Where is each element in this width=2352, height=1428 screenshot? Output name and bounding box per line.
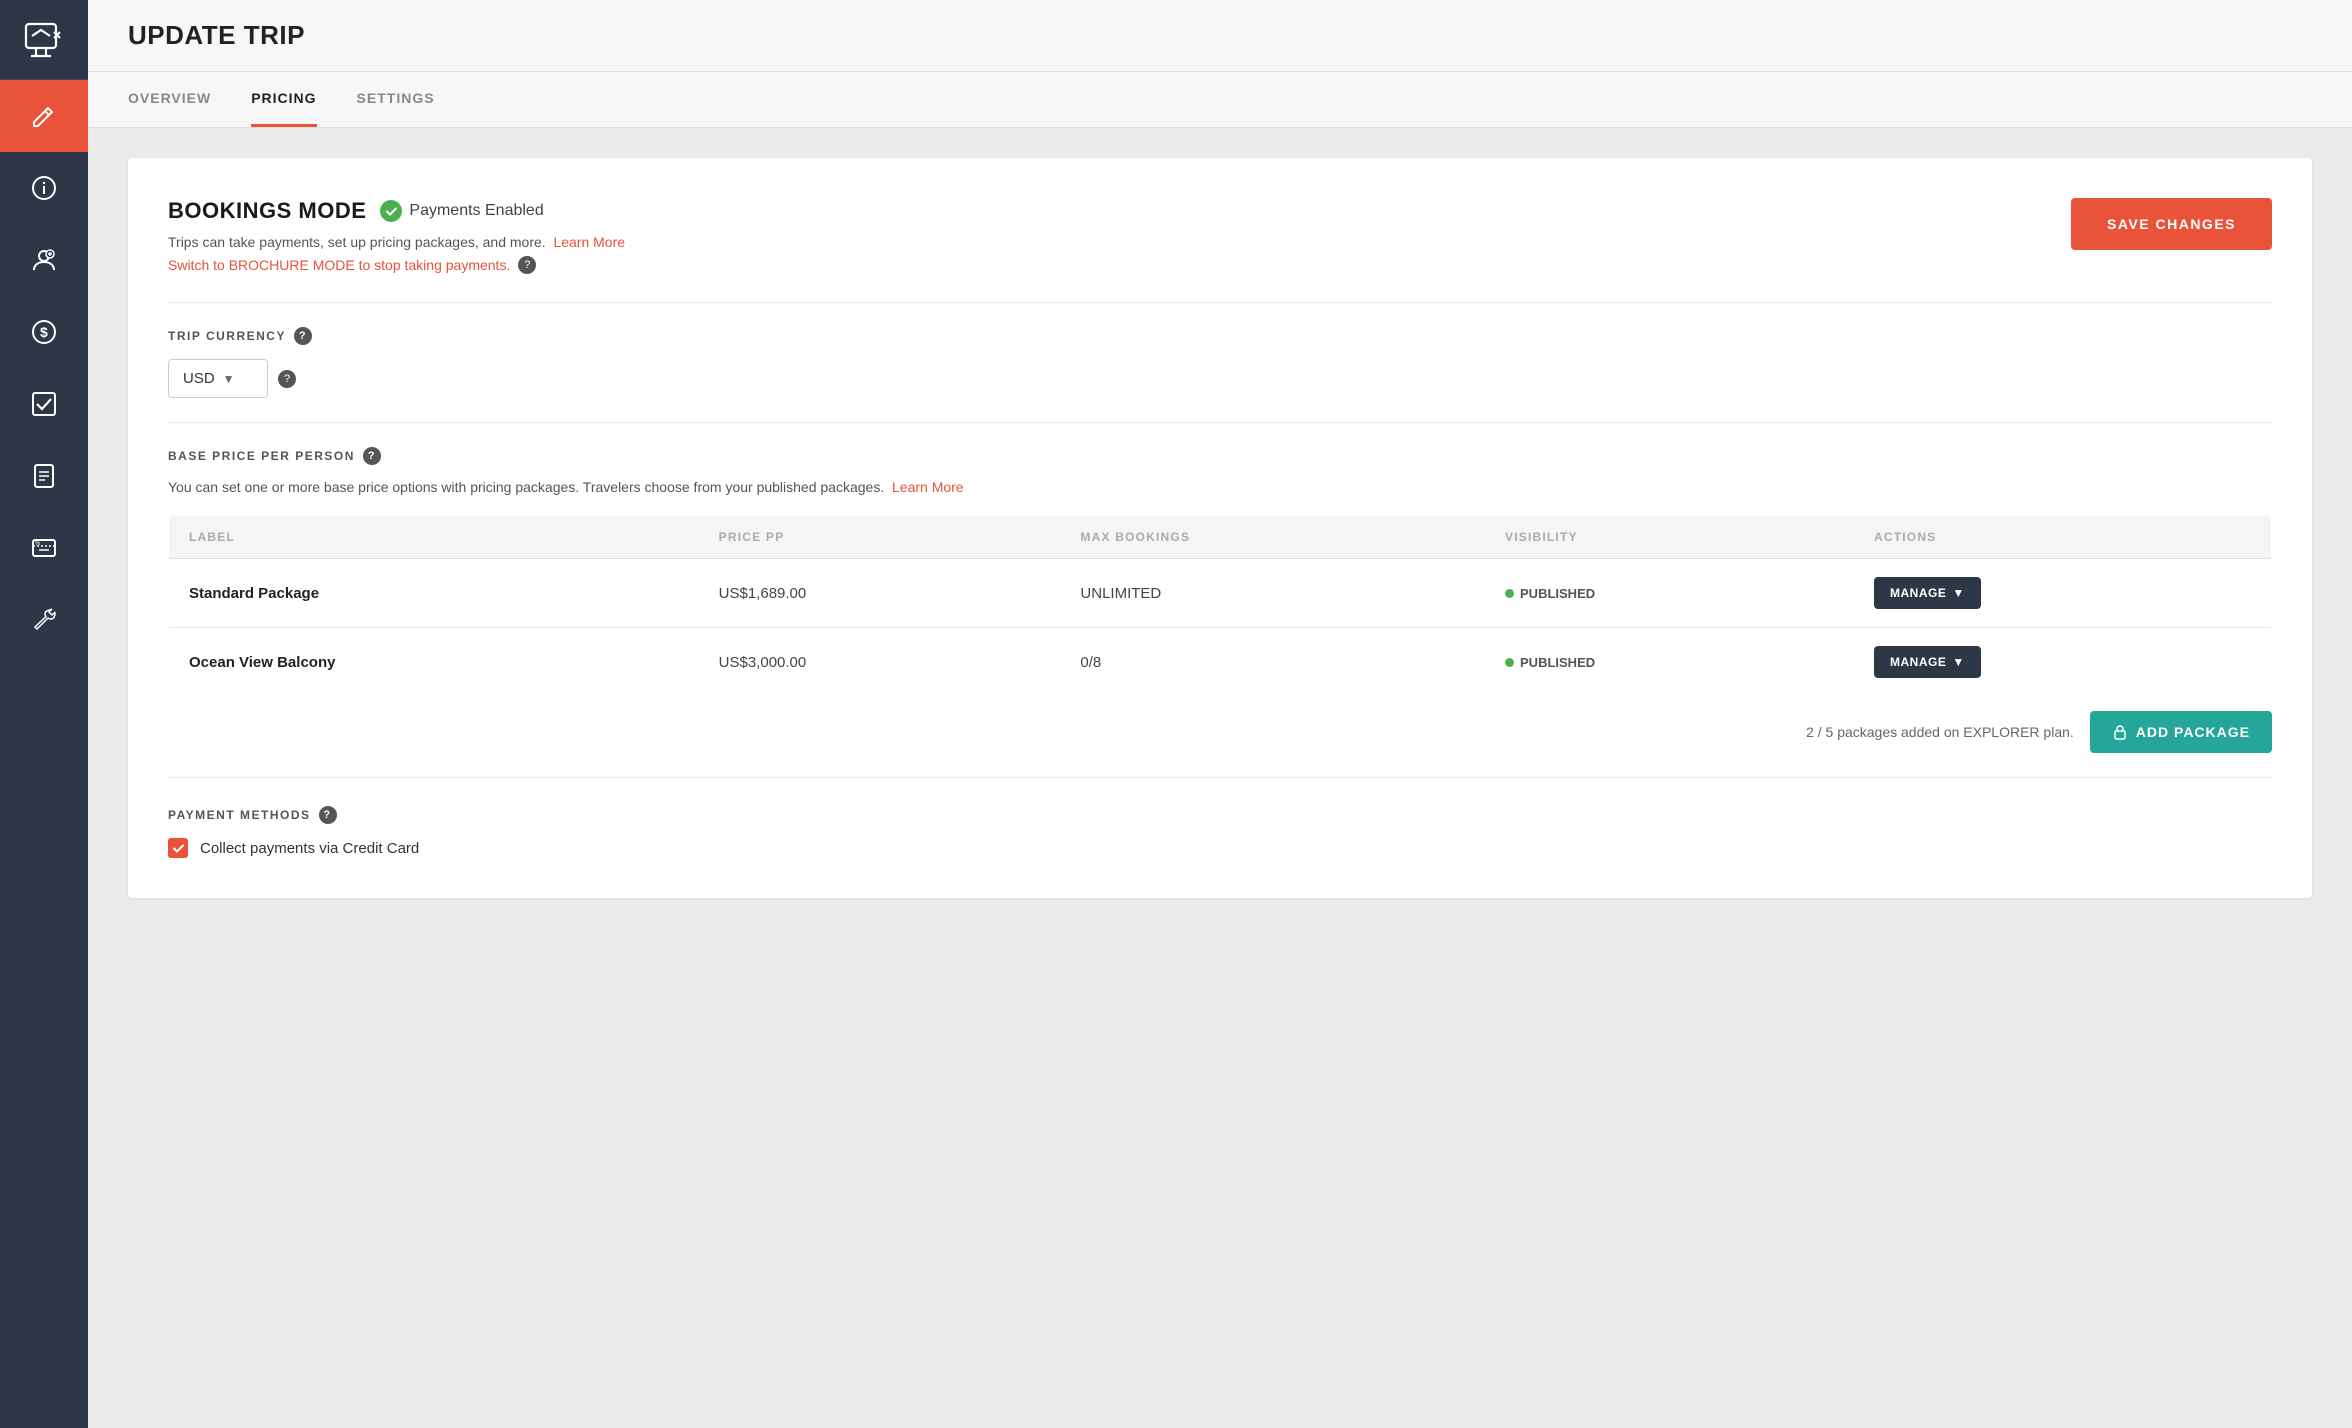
switch-brochure-text[interactable]: Switch to BROCHURE MODE to stop taking p…: [168, 256, 625, 274]
package-label-1: Standard Package: [169, 559, 699, 628]
bookings-mode-header: BOOKINGS MODE Payments Enabled Trips can…: [168, 198, 2272, 278]
manage-dropdown-arrow-1: ▼: [1952, 586, 1964, 600]
package-visibility-2: PUBLISHED: [1485, 628, 1854, 697]
published-dot-2: [1505, 658, 1514, 667]
tab-overview[interactable]: OVERVIEW: [128, 72, 211, 127]
tab-pricing[interactable]: PRICING: [251, 72, 316, 127]
pricing-table: Label PRICE PP MAX BOOKINGS VISIBILITY A…: [168, 515, 2272, 697]
lock-icon: [2112, 724, 2128, 740]
manage-dropdown-arrow-2: ▼: [1952, 655, 1964, 669]
page-title: UPDATE TRIP: [128, 20, 2312, 51]
sidebar-item-document[interactable]: [0, 440, 88, 512]
base-price-label: BASE PRICE PER PERSON ?: [168, 447, 2272, 465]
packages-count: 2 / 5 packages added on EXPLORER plan.: [1806, 724, 2074, 740]
bookings-learn-more-link[interactable]: Learn More: [553, 234, 625, 250]
sidebar-item-check[interactable]: [0, 368, 88, 440]
tab-settings[interactable]: SETTINGS: [357, 72, 435, 127]
credit-card-checkbox[interactable]: [168, 838, 188, 858]
package-max-2: 0/8: [1060, 628, 1485, 697]
sidebar-item-ticket[interactable]: %: [0, 512, 88, 584]
payments-enabled-badge: Payments Enabled: [380, 200, 543, 222]
package-price-2: US$3,000.00: [699, 628, 1061, 697]
sidebar: $ %: [0, 0, 88, 1428]
svg-text:$: $: [40, 324, 48, 340]
credit-card-row: Collect payments via Credit Card: [168, 838, 2272, 858]
bookings-description: Trips can take payments, set up pricing …: [168, 234, 625, 250]
payment-methods-label: PAYMENT METHODS ?: [168, 806, 2272, 824]
published-dot-1: [1505, 589, 1514, 598]
manage-button-2[interactable]: MANAGE ▼: [1874, 646, 1981, 678]
sidebar-item-info[interactable]: [0, 152, 88, 224]
col-visibility: VISIBILITY: [1485, 516, 1854, 559]
trip-currency-label: TRIP CURRENCY ?: [168, 327, 2272, 345]
table-row: Standard Package US$1,689.00 UNLIMITED P…: [169, 559, 2272, 628]
currency-dropdown-arrow: ▼: [223, 372, 235, 386]
main-content-area: BOOKINGS MODE Payments Enabled Trips can…: [88, 128, 2352, 1428]
main-content: UPDATE TRIP OVERVIEW PRICING SETTINGS BO…: [88, 0, 2352, 1428]
col-label: Label: [169, 516, 699, 559]
package-max-1: UNLIMITED: [1060, 559, 1485, 628]
table-row: Ocean View Balcony US$3,000.00 0/8 PUBLI…: [169, 628, 2272, 697]
bookings-mode-title-row: BOOKINGS MODE Payments Enabled: [168, 198, 625, 224]
page-header: UPDATE TRIP: [88, 0, 2352, 72]
package-visibility-1: PUBLISHED: [1485, 559, 1854, 628]
credit-card-label: Collect payments via Credit Card: [200, 840, 419, 857]
base-price-section: BASE PRICE PER PERSON ? You can set one …: [168, 447, 2272, 753]
add-package-row: 2 / 5 packages added on EXPLORER plan. A…: [168, 711, 2272, 753]
sidebar-item-person[interactable]: [0, 224, 88, 296]
currency-select-wrapper: USD ▼ ?: [168, 359, 2272, 398]
sidebar-item-wrench[interactable]: [0, 584, 88, 656]
bookings-mode-title: BOOKINGS MODE: [168, 198, 366, 224]
check-circle-icon: [380, 200, 402, 222]
save-changes-button[interactable]: SAVE CHANGES: [2071, 198, 2272, 250]
payments-enabled-text: Payments Enabled: [409, 202, 543, 220]
pricing-card: BOOKINGS MODE Payments Enabled Trips can…: [128, 158, 2312, 898]
switch-help-icon[interactable]: ?: [518, 256, 536, 274]
manage-button-1[interactable]: MANAGE ▼: [1874, 577, 1981, 609]
package-label-2: Ocean View Balcony: [169, 628, 699, 697]
currency-help-icon[interactable]: ?: [294, 327, 312, 345]
payment-methods-help-icon[interactable]: ?: [319, 806, 337, 824]
col-max-bookings: MAX BOOKINGS: [1060, 516, 1485, 559]
svg-text:%: %: [35, 541, 41, 547]
package-actions-1: MANAGE ▼: [1854, 559, 2272, 628]
trip-currency-section: TRIP CURRENCY ? USD ▼ ?: [168, 327, 2272, 398]
sidebar-item-edit[interactable]: [0, 80, 88, 152]
tab-bar: OVERVIEW PRICING SETTINGS: [88, 72, 2352, 128]
package-price-1: US$1,689.00: [699, 559, 1061, 628]
col-actions: ACTIONS: [1854, 516, 2272, 559]
add-package-button[interactable]: ADD PACKAGE: [2090, 711, 2272, 753]
sidebar-item-dollar[interactable]: $: [0, 296, 88, 368]
base-price-help-icon[interactable]: ?: [363, 447, 381, 465]
currency-select[interactable]: USD ▼: [168, 359, 268, 398]
base-price-description: You can set one or more base price optio…: [168, 479, 2272, 495]
bookings-mode-info: BOOKINGS MODE Payments Enabled Trips can…: [168, 198, 625, 278]
col-price: PRICE PP: [699, 516, 1061, 559]
payment-methods-section: PAYMENT METHODS ? Collect payments via C…: [168, 806, 2272, 858]
sidebar-logo: [0, 0, 88, 80]
package-actions-2: MANAGE ▼: [1854, 628, 2272, 697]
currency-info-icon[interactable]: ?: [278, 370, 296, 388]
base-price-learn-more-link[interactable]: Learn More: [892, 479, 964, 495]
